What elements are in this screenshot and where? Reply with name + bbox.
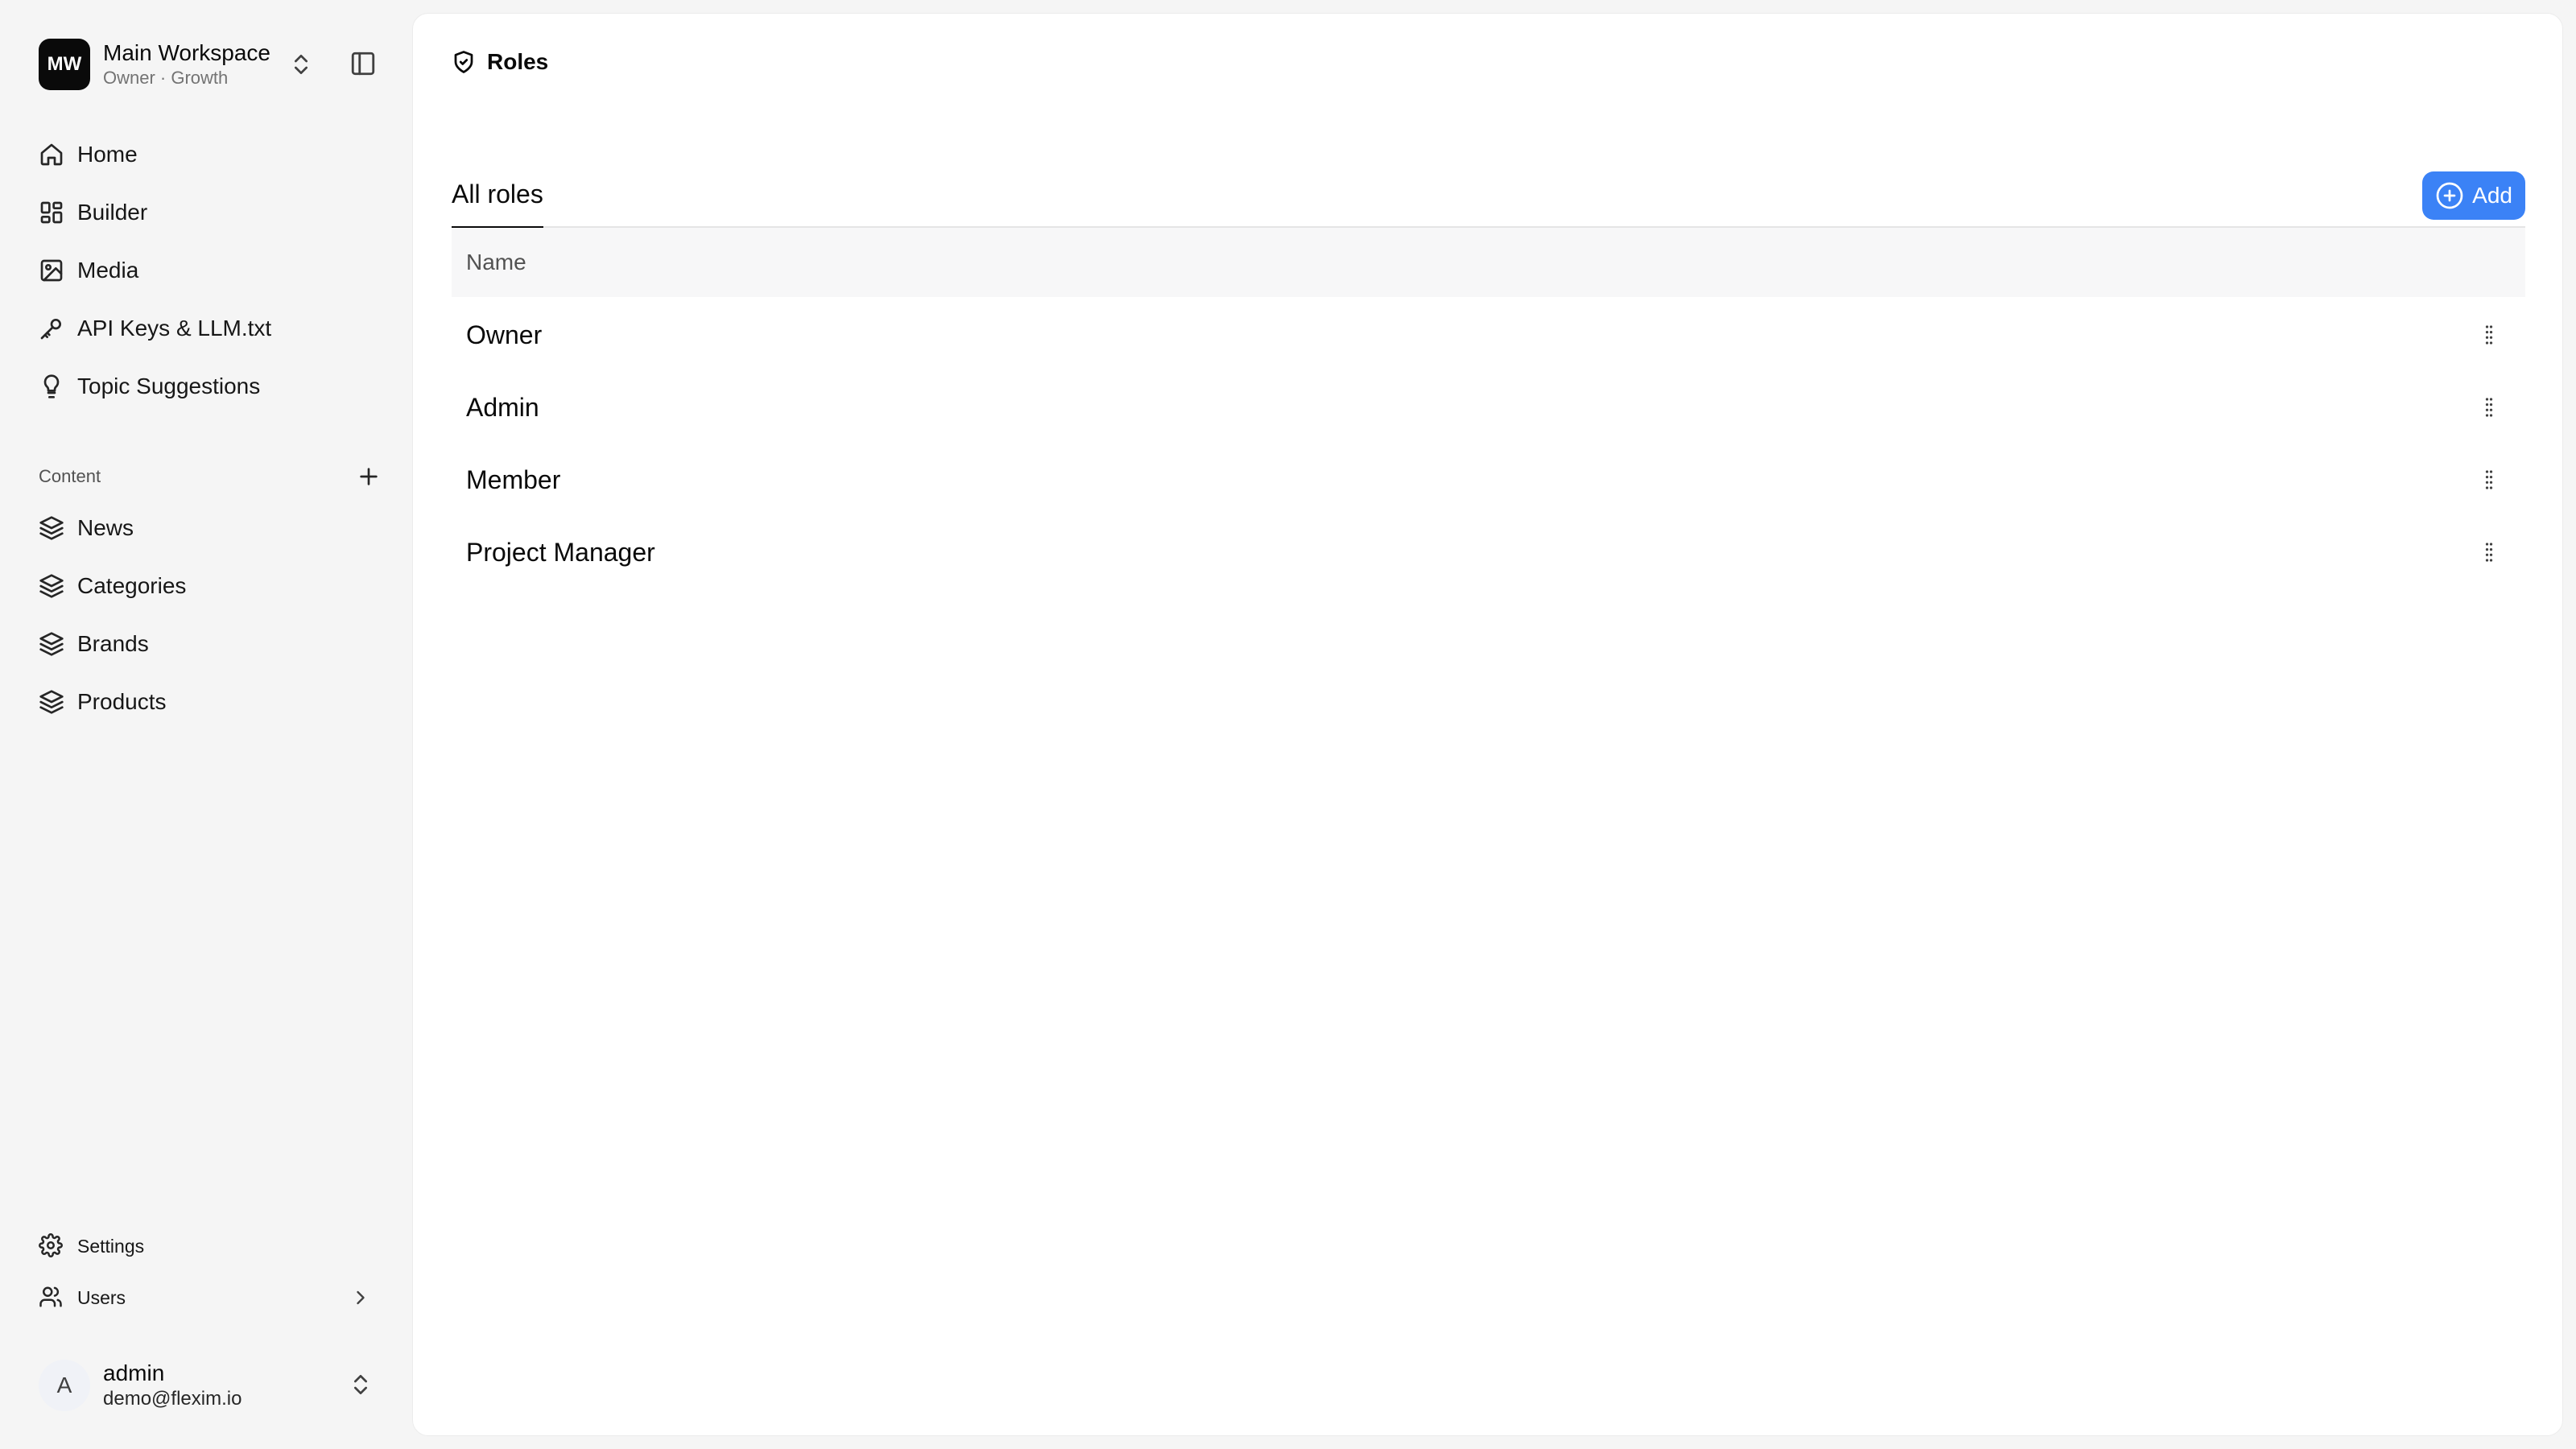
nav-item-categories[interactable]: Categories bbox=[27, 557, 382, 615]
table-row[interactable]: Member bbox=[452, 444, 2525, 516]
table-row[interactable]: Owner bbox=[452, 299, 2525, 371]
lightbulb-icon bbox=[39, 374, 64, 399]
content-section-header: Content bbox=[39, 459, 378, 494]
sidebar-toggle-icon[interactable] bbox=[349, 50, 377, 77]
workspace-info: Main Workspace Owner · Growth bbox=[103, 39, 270, 89]
user-menu[interactable]: A admin demo@flexim.io bbox=[39, 1357, 377, 1414]
layers-icon bbox=[39, 689, 64, 715]
layers-icon bbox=[39, 515, 64, 541]
workspace-avatar: MW bbox=[39, 39, 90, 90]
nav-item-label: Categories bbox=[77, 573, 187, 598]
content-nav: News Categories Brands Products bbox=[27, 499, 382, 731]
tab-bar: All roles Add bbox=[452, 151, 2525, 229]
shield-check-icon bbox=[452, 50, 476, 74]
nav-item-media[interactable]: Media bbox=[27, 242, 382, 299]
nav-item-news[interactable]: News bbox=[27, 499, 382, 557]
roles-table: Owner Admin Member Project Manager bbox=[452, 299, 2525, 588]
chevrons-up-down-icon bbox=[288, 52, 314, 77]
drag-handle-icon[interactable] bbox=[2477, 540, 2501, 564]
drag-handle-icon[interactable] bbox=[2477, 323, 2501, 347]
chevron-right-icon bbox=[349, 1286, 372, 1309]
plus-circle-icon bbox=[2435, 181, 2464, 210]
nav-item-label: Media bbox=[77, 258, 139, 283]
users-icon bbox=[39, 1285, 64, 1311]
table-row[interactable]: Project Manager bbox=[452, 516, 2525, 588]
drag-handle-icon[interactable] bbox=[2477, 468, 2501, 492]
table-row[interactable]: Admin bbox=[452, 371, 2525, 444]
user-info: admin demo@flexim.io bbox=[103, 1360, 242, 1411]
gear-icon bbox=[39, 1233, 64, 1259]
bottom-nav: Settings Users bbox=[27, 1220, 382, 1323]
tab-all-roles[interactable]: All roles bbox=[452, 151, 543, 229]
nav-item-builder[interactable]: Builder bbox=[27, 184, 382, 242]
workspace-name: Main Workspace bbox=[103, 40, 271, 65]
nav-item-api-keys[interactable]: API Keys & LLM.txt bbox=[27, 299, 382, 357]
home-icon bbox=[39, 142, 64, 167]
nav-item-settings[interactable]: Settings bbox=[27, 1220, 382, 1272]
content-section-label: Content bbox=[39, 466, 101, 486]
key-icon bbox=[39, 316, 64, 341]
nav-item-topic-suggestions[interactable]: Topic Suggestions bbox=[27, 357, 382, 415]
nav-item-products[interactable]: Products bbox=[27, 673, 382, 731]
nav-item-label: Settings bbox=[77, 1235, 145, 1257]
role-name: Member bbox=[466, 464, 561, 494]
nav-item-label: Brands bbox=[77, 631, 149, 656]
breadcrumb: Roles bbox=[452, 49, 548, 75]
nav-item-users[interactable]: Users bbox=[27, 1272, 382, 1323]
add-button-label: Add bbox=[2472, 183, 2512, 208]
drag-handle-icon[interactable] bbox=[2477, 395, 2501, 419]
chevrons-up-down-icon bbox=[348, 1372, 374, 1397]
layout-grid-icon bbox=[39, 200, 64, 225]
add-button[interactable]: Add bbox=[2422, 171, 2525, 220]
table-header: Name bbox=[452, 228, 2525, 297]
main-panel: Roles All roles Add Name Owner Admin Mem… bbox=[412, 13, 2563, 1436]
user-name: admin bbox=[103, 1360, 165, 1385]
workspace-subtitle: Owner · Growth bbox=[103, 68, 229, 88]
nav-item-home[interactable]: Home bbox=[27, 126, 382, 184]
sidebar: MW Main Workspace Owner · Growth Home Bu… bbox=[0, 0, 411, 1449]
nav-item-label: Builder bbox=[77, 200, 148, 225]
layers-icon bbox=[39, 573, 64, 599]
nav-item-label: Users bbox=[77, 1286, 126, 1308]
role-name: Admin bbox=[466, 392, 539, 422]
role-name: Project Manager bbox=[466, 537, 655, 567]
role-name: Owner bbox=[466, 320, 543, 349]
avatar: A bbox=[39, 1360, 90, 1411]
image-icon bbox=[39, 258, 64, 283]
layers-icon bbox=[39, 631, 64, 657]
nav-item-brands[interactable]: Brands bbox=[27, 615, 382, 673]
plus-icon[interactable] bbox=[356, 464, 382, 489]
user-email: demo@flexim.io bbox=[103, 1388, 242, 1410]
nav-item-label: Topic Suggestions bbox=[77, 374, 261, 398]
workspace-switcher[interactable]: MW Main Workspace Owner · Growth bbox=[39, 39, 377, 90]
nav-item-label: News bbox=[77, 515, 134, 540]
nav-item-label: API Keys & LLM.txt bbox=[77, 316, 272, 341]
nav-item-label: Products bbox=[77, 689, 167, 714]
column-header-name: Name bbox=[466, 250, 526, 275]
nav-item-label: Home bbox=[77, 142, 138, 167]
main-nav: Home Builder Media API Keys & LLM.txt To… bbox=[27, 126, 382, 415]
page-title: Roles bbox=[487, 49, 549, 74]
